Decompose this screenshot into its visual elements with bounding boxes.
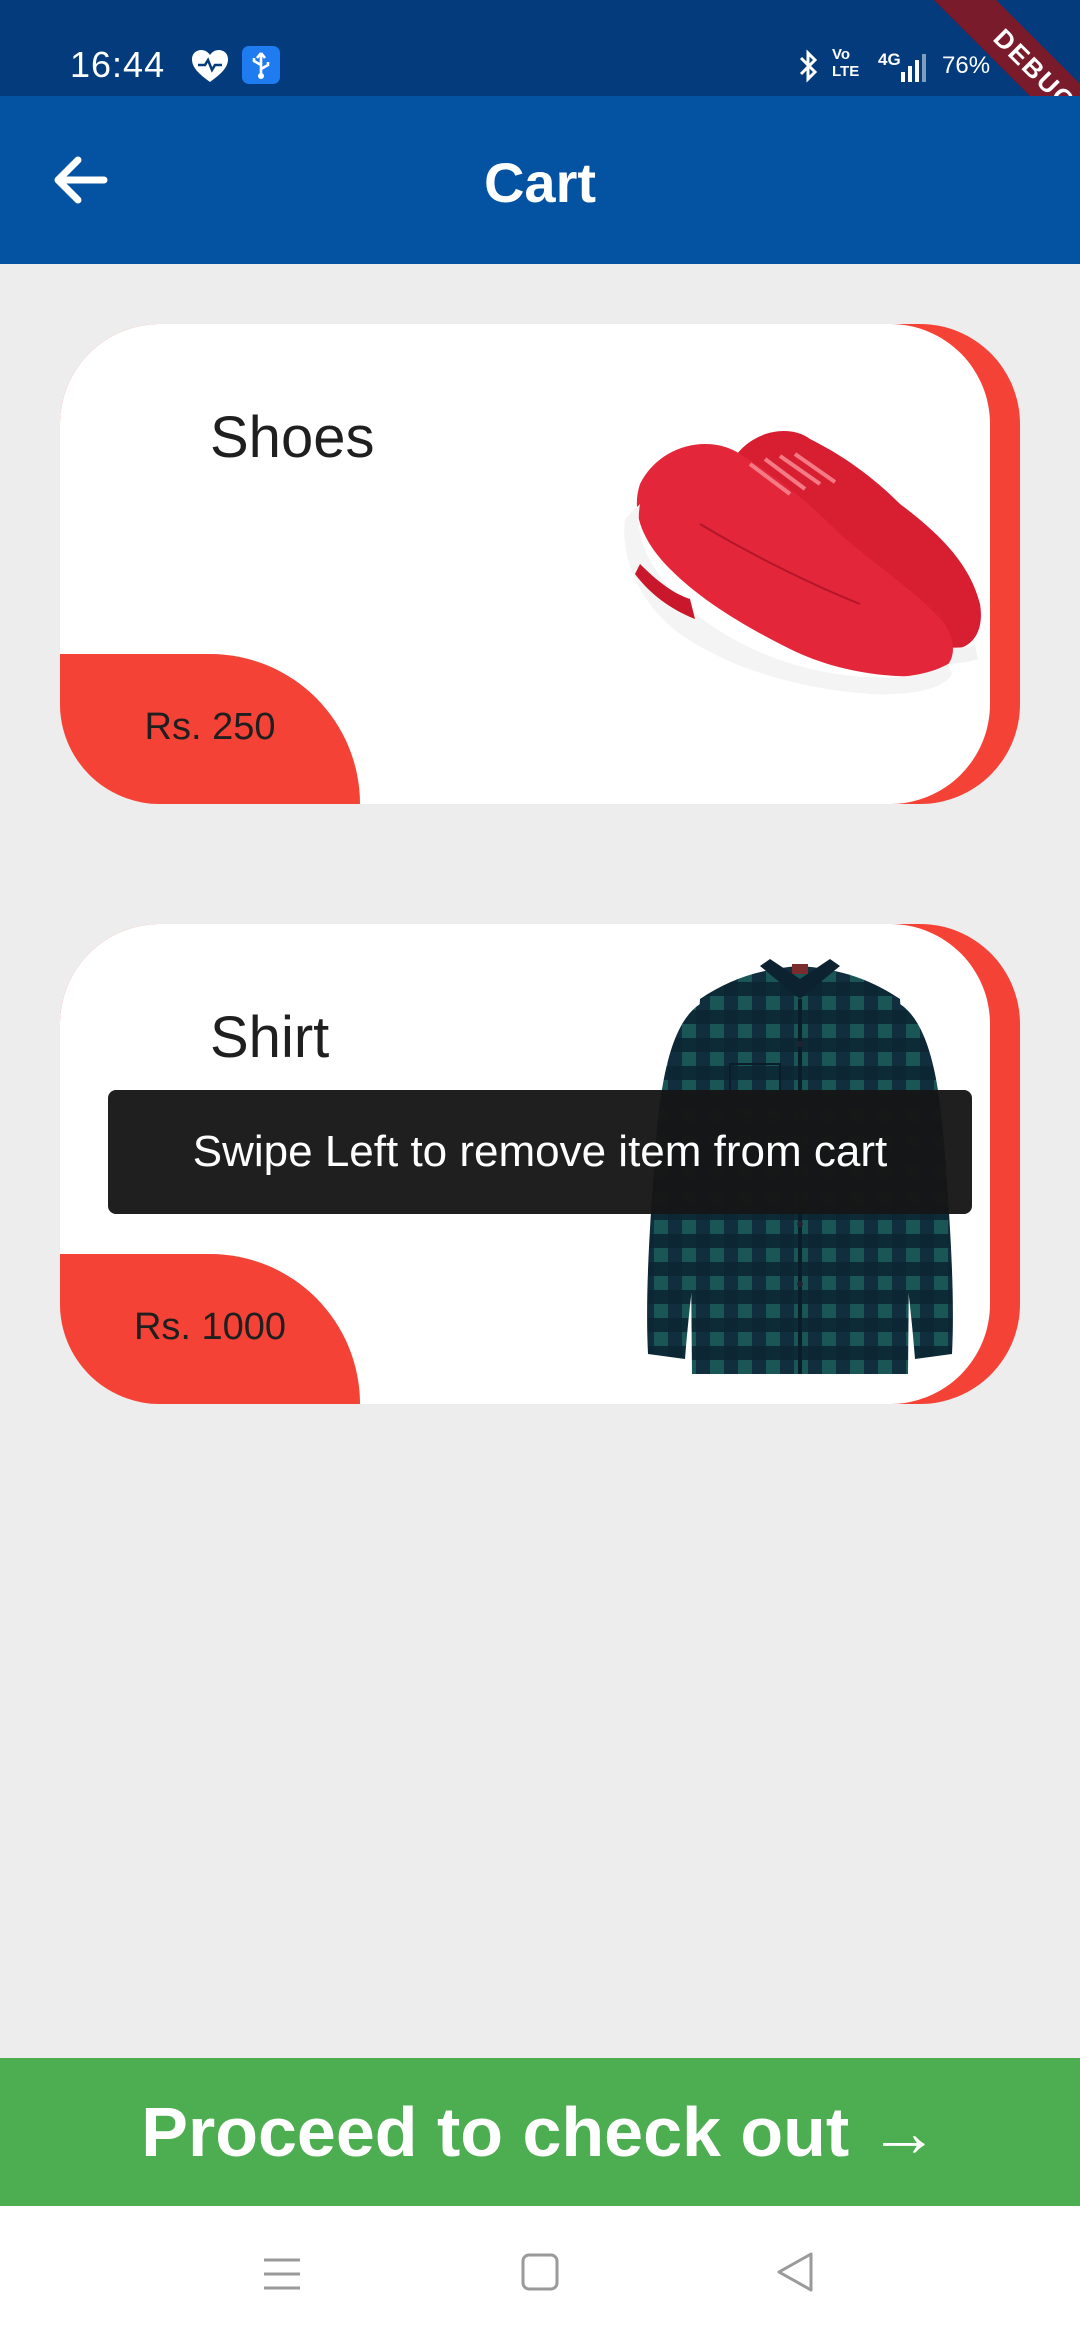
price-tag: Rs. 250 [60,654,360,804]
checkout-button[interactable]: Proceed to check out → [0,2058,1080,2206]
cart-item-shoes[interactable]: Shoes Rs. 250 [60,324,1020,804]
app-bar: Cart [0,96,1080,264]
status-time: 16:44 [70,44,166,85]
red-sneakers-image [624,431,981,695]
item-name: Shirt [210,1005,330,1070]
heart-icon [192,50,228,82]
back-icon[interactable] [775,2250,815,2294]
volte-icon: Vo LTE [832,46,860,80]
item-price: Rs. 250 [144,706,276,748]
menu-icon[interactable] [262,2256,302,2292]
network-type: 4G [878,50,901,69]
toast-message: Swipe Left to remove item from cart [108,1090,972,1214]
item-price: Rs. 1000 [133,1306,287,1348]
page-title: Cart [483,151,597,214]
signal-icon [901,54,926,82]
battery-icon: 76% [942,52,991,79]
home-icon[interactable] [520,2252,560,2292]
status-bar: 16:44 Vo LTE 4G 76% [0,0,1080,96]
bluetooth-icon [799,49,818,83]
price-tag: Rs. 1000 [60,1254,360,1404]
item-name: Shoes [210,405,375,470]
system-nav-bar [0,2206,1080,2340]
usb-icon [242,46,280,84]
